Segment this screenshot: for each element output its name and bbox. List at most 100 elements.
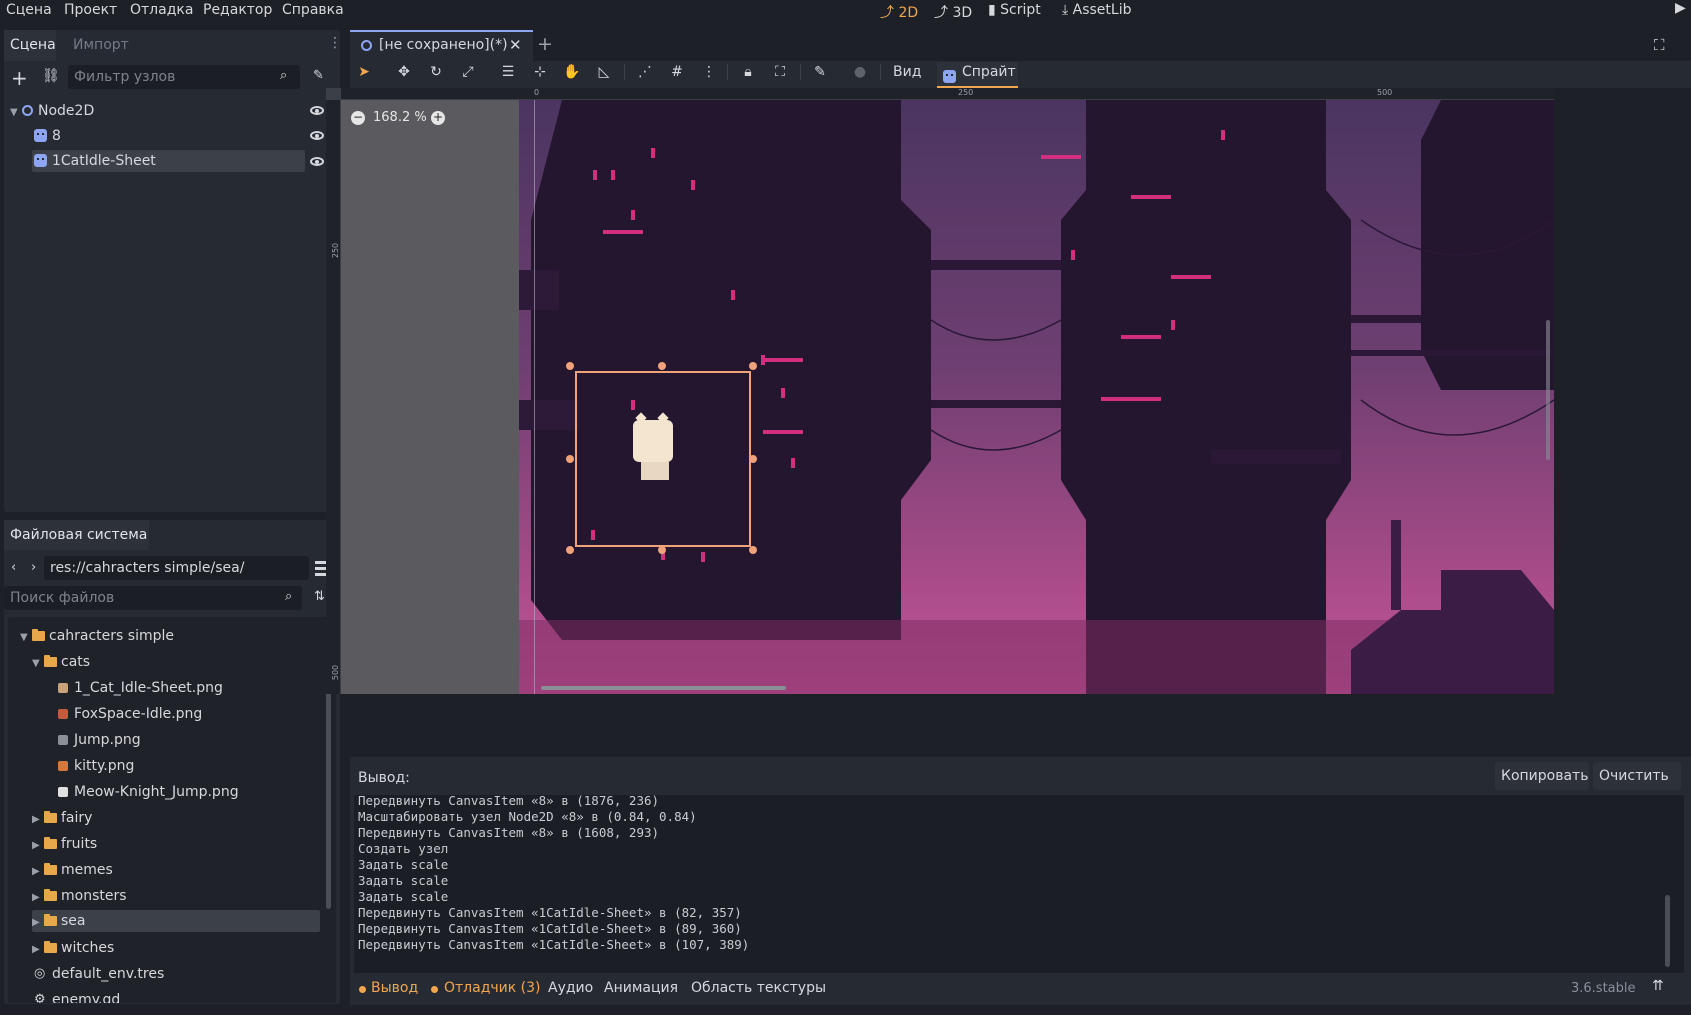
file-search-input[interactable]: Поиск файлов	[4, 586, 302, 610]
output-title: Вывод:	[358, 770, 410, 786]
resize-handle[interactable]	[749, 455, 757, 463]
tab-debugger[interactable]: Отладчик (3)	[444, 980, 541, 996]
tab-animation[interactable]: Анимация	[604, 980, 678, 996]
add-node-icon[interactable]: +	[11, 66, 28, 90]
view-menu[interactable]: Вид	[893, 64, 921, 80]
ruler-tool-icon[interactable]: ◺	[595, 63, 613, 81]
list-item[interactable]: ▶ memes	[32, 859, 113, 881]
menu-help[interactable]: Справка	[282, 2, 344, 18]
image-file-icon	[58, 761, 68, 771]
rotate-tool-icon[interactable]: ↻	[427, 63, 445, 81]
grid-snap-icon[interactable]: #	[668, 63, 686, 81]
select-tool-icon[interactable]: ➤	[355, 63, 373, 81]
list-item[interactable]: ▼ cats	[32, 651, 90, 673]
tree-row[interactable]: ▼ Node2D	[10, 100, 330, 122]
menu-editor[interactable]: Редактор	[203, 2, 272, 18]
pivot-tool-icon[interactable]: ⊹	[531, 63, 549, 81]
tab-texture-region[interactable]: Область текстуры	[691, 980, 826, 996]
selection-rect[interactable]	[575, 371, 751, 547]
list-select-icon[interactable]: ☰	[499, 63, 517, 81]
zoom-out-icon[interactable]: −	[351, 111, 365, 125]
tab-import[interactable]: Импорт	[73, 37, 129, 53]
chevron-right-icon: ▶	[32, 866, 40, 877]
menu-debug[interactable]: Отладка	[130, 2, 193, 18]
visibility-eye-icon[interactable]	[310, 157, 324, 166]
tab-audio[interactable]: Аудио	[548, 980, 593, 996]
forward-icon[interactable]: ›	[31, 560, 36, 575]
chevron-down-icon: ▼	[20, 632, 28, 643]
horizontal-scrollbar[interactable]	[541, 686, 786, 690]
canvas-viewport[interactable]: − 168.2 % +	[341, 100, 1554, 694]
smart-snap-icon[interactable]: ⋰	[636, 63, 654, 81]
resize-handle[interactable]	[749, 546, 757, 554]
play-icon[interactable]: ▶	[1675, 0, 1686, 16]
node-filter-input[interactable]: Фильтр узлов	[68, 65, 300, 89]
visibility-eye-icon[interactable]	[310, 131, 324, 140]
ruler-label: 250	[331, 242, 341, 259]
mode-3d-button[interactable]: ⤴ 3D	[934, 2, 972, 22]
sort-icon[interactable]: ⇅	[314, 589, 325, 604]
back-icon[interactable]: ‹	[11, 560, 16, 575]
chevron-right-icon: ▶	[32, 814, 40, 825]
resize-handle[interactable]	[566, 362, 574, 370]
mode-assetlib-button[interactable]: ⤓ AssetLib	[1062, 2, 1131, 18]
zoom-in-icon[interactable]: +	[431, 111, 445, 125]
log-line: Создать узел	[358, 841, 449, 856]
tab-output[interactable]: Вывод	[371, 980, 418, 996]
vertical-scrollbar[interactable]	[1546, 320, 1550, 460]
resize-handle[interactable]	[658, 362, 666, 370]
list-item[interactable]: ◎ default_env.tres	[32, 963, 164, 985]
list-item[interactable]: FoxSpace-Idle.png	[58, 703, 202, 725]
list-item-selected[interactable]: ▶ sea	[32, 910, 320, 932]
group-icon[interactable]: ⛶	[771, 63, 789, 81]
gear-icon: ⚙	[34, 992, 46, 1003]
folder-icon	[44, 811, 57, 823]
list-item[interactable]: ▶ witches	[32, 937, 114, 959]
close-icon[interactable]: ✕	[509, 36, 522, 54]
tree-row-selected[interactable]: 1CatIdle-Sheet	[32, 150, 305, 172]
zoom-level[interactable]: 168.2 %	[373, 110, 427, 125]
folder-icon	[44, 863, 57, 875]
tab-filesystem[interactable]: Файловая система	[10, 527, 147, 543]
chevron-right-icon: ▶	[32, 944, 40, 955]
fullscreen-icon[interactable]: ⛶	[1654, 36, 1665, 54]
output-scrollbar[interactable]	[1665, 895, 1670, 967]
tree-row[interactable]: 8	[34, 125, 294, 147]
link-icon[interactable]: ⛓	[42, 68, 60, 84]
list-item[interactable]: 1_Cat_Idle-Sheet.png	[58, 677, 223, 699]
resize-handle[interactable]	[749, 362, 757, 370]
resize-handle[interactable]	[658, 546, 666, 554]
toolbar-separator	[800, 64, 801, 80]
mode-script-button[interactable]: ▮ Script	[988, 2, 1041, 18]
move-tool-icon[interactable]: ✥	[395, 63, 413, 81]
ruler-label: 250	[958, 88, 974, 97]
list-item[interactable]: kitty.png	[58, 755, 134, 777]
dock-menu-icon[interactable]: ⋮	[328, 35, 342, 51]
resize-handle[interactable]	[566, 546, 574, 554]
path-field[interactable]: res://cahracters simple/sea/	[44, 556, 309, 580]
bone-icon[interactable]: ✎	[811, 63, 829, 81]
resize-handle[interactable]	[566, 455, 574, 463]
tab-scene[interactable]: Сцена	[10, 37, 56, 53]
list-item[interactable]: ▼ cahracters simple	[20, 625, 174, 647]
menu-project[interactable]: Проект	[64, 2, 117, 18]
mode-2d-button[interactable]: ⤴ 2D	[880, 2, 918, 22]
file-tree-scrollbar[interactable]	[326, 669, 331, 909]
snap-options-icon[interactable]: ⋮	[700, 63, 718, 81]
list-item[interactable]: Meow-Knight_Jump.png	[58, 781, 239, 803]
list-item[interactable]: ▶ monsters	[32, 885, 127, 907]
visibility-eye-icon[interactable]	[310, 106, 324, 115]
image-file-icon	[58, 683, 68, 693]
menu-scene[interactable]: Сцена	[6, 2, 52, 18]
list-item[interactable]: ▶ fairy	[32, 807, 92, 829]
list-item[interactable]: ▶ fruits	[32, 833, 97, 855]
pin-panel-icon[interactable]: ⇈	[1652, 978, 1664, 994]
lock-icon[interactable]: 🔒︎	[739, 63, 757, 81]
list-item[interactable]: ⚙ enemy.gd	[32, 989, 120, 1003]
script-attach-icon[interactable]: ✎	[313, 68, 324, 83]
add-tab-icon[interactable]: +	[537, 33, 553, 55]
pan-tool-icon[interactable]: ✋	[563, 63, 581, 81]
list-item[interactable]: Jump.png	[58, 729, 141, 751]
ruler-label: 500	[331, 664, 341, 681]
scale-tool-icon[interactable]: ⤢	[459, 63, 477, 81]
